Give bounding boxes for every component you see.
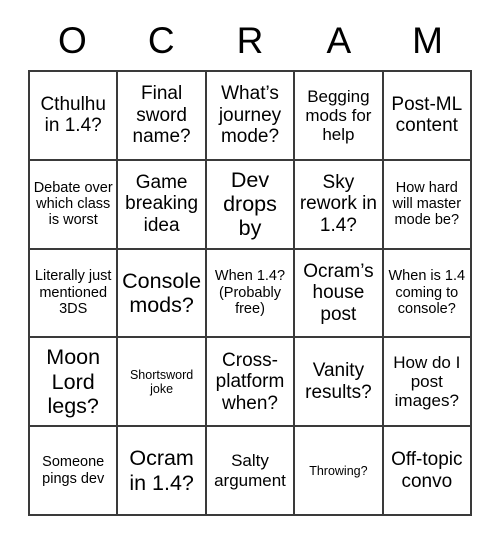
header-letter-5: M — [412, 19, 443, 61]
bingo-cell[interactable]: Ocram in 1.4? — [118, 427, 207, 516]
bingo-cell-label: Moon Lord legs? — [46, 345, 101, 418]
bingo-cell-label: Game breaking idea — [125, 171, 199, 236]
bingo-cell[interactable]: Post-ML content — [383, 72, 472, 161]
bingo-cell-label: Console mods? — [122, 268, 202, 317]
bingo-grid: Cthulhu in 1.4? Final sword name? What’s… — [28, 70, 472, 516]
bingo-cell-label: Dev drops by — [223, 167, 277, 241]
bingo-cell[interactable]: Throwing? — [295, 427, 384, 516]
bingo-cell-label: Ocram in 1.4? — [129, 446, 194, 495]
bingo-cell[interactable]: What’s journey mode? — [206, 72, 296, 161]
bingo-cell-label: When 1.4? (Probably free) — [214, 268, 286, 318]
bingo-cell-label: Throwing? — [309, 463, 368, 478]
bingo-cell[interactable]: Salty argument — [206, 427, 296, 516]
bingo-cell[interactable]: Vanity results? — [295, 338, 384, 428]
bingo-cell-label: Final sword name? — [132, 83, 191, 148]
bingo-cell[interactable]: Ocram’s house post — [295, 249, 384, 339]
bingo-cell[interactable]: When 1.4? (Probably free) — [206, 249, 296, 339]
header-letter-3: R — [236, 19, 264, 61]
bingo-cell[interactable]: Begging mods for help — [295, 72, 384, 161]
bingo-cell-label: When is 1.4 coming to console? — [388, 268, 466, 318]
bingo-header-row: O C R A M — [28, 10, 472, 70]
bingo-cell[interactable]: Moon Lord legs? — [30, 338, 119, 428]
header-letter-4: A — [326, 19, 352, 61]
bingo-cell[interactable]: Cross-platform when? — [206, 338, 296, 428]
bingo-cell[interactable]: Game breaking idea — [118, 160, 207, 250]
bingo-cell-label: Debate over which class is worst — [33, 179, 113, 229]
bingo-cell[interactable]: Final sword name? — [118, 72, 207, 161]
bingo-cell-label: Ocram’s house post — [303, 260, 374, 325]
bingo-cell-label: How do I post images? — [393, 352, 461, 411]
bingo-cell[interactable]: Shortsword joke — [118, 338, 207, 428]
bingo-cell-label: Salty argument — [214, 451, 286, 490]
bingo-cell[interactable]: Dev drops by — [206, 160, 296, 250]
bingo-card: O C R A M Cthulhu in 1.4? Final sword na… — [28, 10, 472, 516]
bingo-cell-label: Begging mods for help — [305, 86, 372, 144]
bingo-cell-label: Cthulhu in 1.4? — [40, 93, 106, 137]
bingo-cell-label: Vanity results? — [305, 360, 372, 403]
header-letter-1: O — [58, 19, 87, 61]
bingo-cell[interactable]: Literally just mentioned 3DS — [30, 249, 119, 339]
bingo-cell[interactable]: How hard will master mode be? — [383, 160, 472, 250]
bingo-cell-label: Someone pings dev — [42, 454, 105, 487]
header-letter-2: C — [147, 19, 175, 61]
bingo-cell-label: Sky rework in 1.4? — [299, 171, 377, 236]
bingo-cell-label: Post-ML content — [391, 93, 463, 137]
bingo-cell-label: Literally just mentioned 3DS — [34, 268, 112, 318]
bingo-cell[interactable]: Off-topic convo — [383, 427, 472, 516]
bingo-cell[interactable]: Console mods? — [118, 249, 207, 339]
bingo-cell[interactable]: When is 1.4 coming to console? — [383, 249, 472, 339]
bingo-cell-label: How hard will master mode be? — [392, 179, 462, 229]
bingo-cell[interactable]: How do I post images? — [383, 338, 472, 428]
bingo-cell[interactable]: Someone pings dev — [30, 427, 119, 516]
bingo-cell[interactable]: Debate over which class is worst — [30, 160, 119, 250]
bingo-cell[interactable]: Sky rework in 1.4? — [295, 160, 384, 250]
bingo-cell-label: Cross-platform when? — [215, 349, 285, 414]
bingo-cell-label: Shortsword joke — [129, 367, 194, 396]
bingo-cell-label: What’s journey mode? — [218, 83, 282, 148]
bingo-cell[interactable]: Cthulhu in 1.4? — [30, 72, 119, 161]
bingo-cell-label: Off-topic convo — [391, 449, 463, 492]
